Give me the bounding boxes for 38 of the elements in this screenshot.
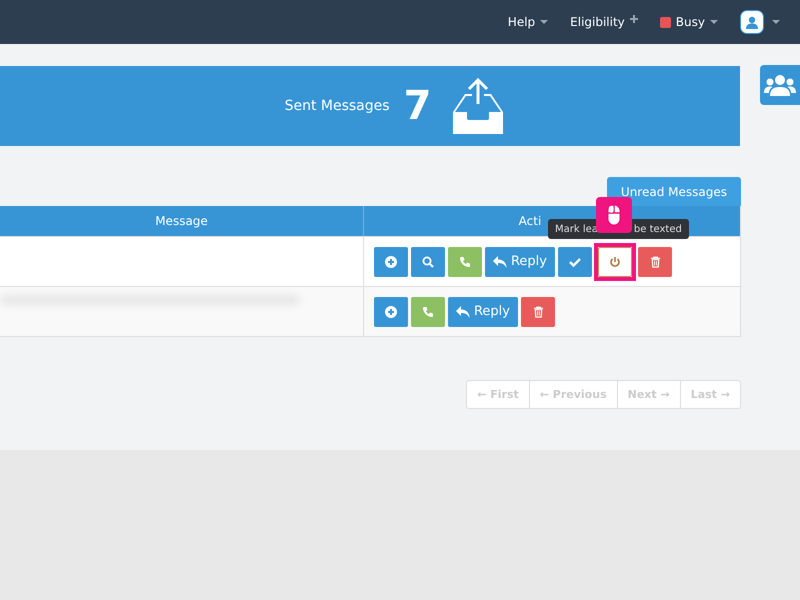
delete-button[interactable] — [521, 296, 555, 326]
phone-icon — [422, 306, 434, 318]
tooltip-text: be texted — [634, 224, 682, 234]
call-button[interactable] — [411, 296, 445, 326]
search-icon — [422, 256, 434, 268]
message-count: 7 — [404, 83, 432, 129]
delete-button[interactable] — [638, 246, 672, 276]
caret-icon — [540, 20, 548, 24]
outbox-icon — [451, 78, 506, 134]
done-button[interactable] — [558, 246, 592, 276]
column-header: Message — [155, 214, 208, 228]
caret-icon[interactable] — [772, 20, 780, 24]
unread-messages-button[interactable]: Unread Messages — [606, 177, 741, 206]
column-header: Acti — [518, 214, 542, 228]
nav-menu[interactable]: Eligibility — [570, 15, 638, 29]
banner-title: Sent Messages — [284, 98, 390, 114]
caret-icon — [710, 20, 718, 24]
status-menu[interactable]: Busy — [660, 15, 718, 29]
plus-circle-icon — [385, 306, 397, 318]
mouse-icon — [596, 197, 632, 233]
phone-icon — [459, 256, 471, 268]
trash-icon — [532, 306, 544, 318]
trash-icon — [650, 256, 660, 268]
reply-arrow-icon — [492, 256, 507, 268]
plus-circle-icon — [385, 256, 397, 268]
add-button[interactable] — [374, 246, 408, 276]
search-button[interactable] — [411, 246, 445, 276]
power-icon — [609, 256, 621, 268]
call-button[interactable] — [448, 246, 482, 276]
reply-arrow-icon — [456, 306, 470, 318]
reply-button[interactable]: Reply — [448, 296, 518, 326]
reply-button[interactable]: Reply — [485, 246, 555, 276]
nav-menu[interactable]: Help — [508, 15, 548, 29]
team-button[interactable] — [760, 65, 800, 105]
user-avatar[interactable] — [740, 10, 764, 34]
checkmark-icon — [569, 256, 581, 268]
add-button[interactable] — [374, 296, 408, 326]
plus-icon — [630, 15, 638, 23]
